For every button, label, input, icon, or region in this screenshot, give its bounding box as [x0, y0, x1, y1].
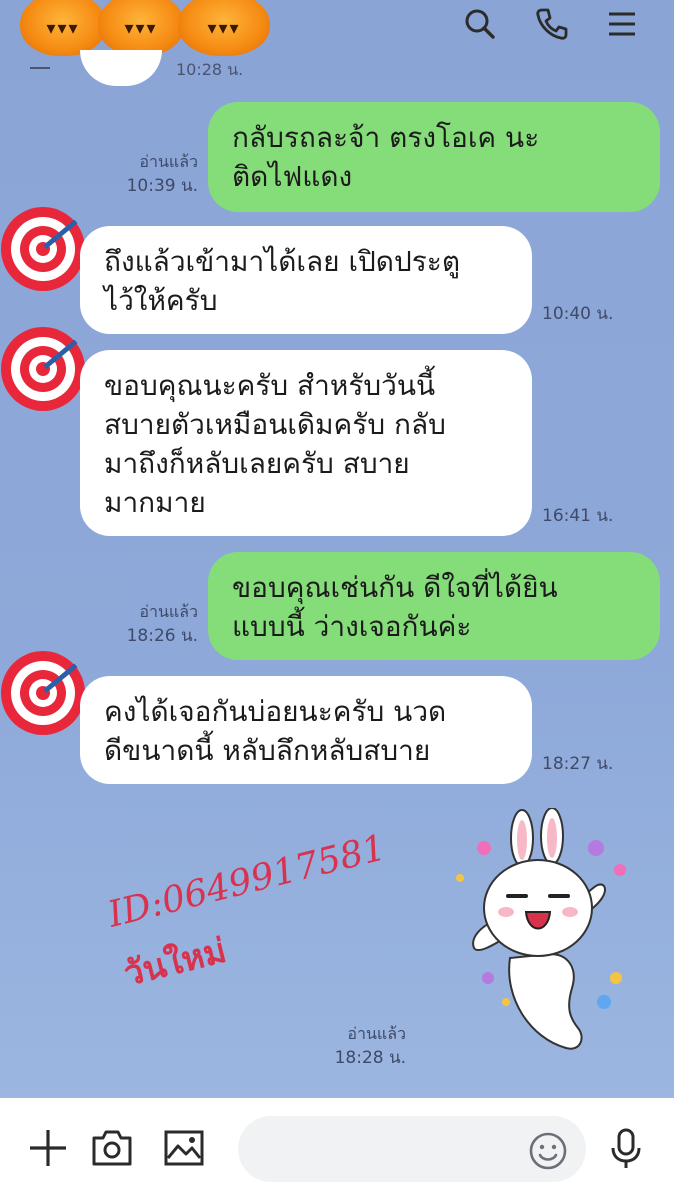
phone-icon[interactable] [534, 6, 570, 42]
message-text: ติดไฟแดง [232, 160, 353, 193]
message-meta: 16:41 น. [542, 504, 613, 528]
microphone-icon[interactable] [604, 1126, 648, 1170]
message-bubble-incoming[interactable]: คงได้เจอกันบ่อยนะครับ นวด ดีขนาดนี้ หลับ… [80, 676, 532, 784]
pumpkin-icon: ▾▾▾ [178, 0, 270, 56]
contact-avatar[interactable] [0, 206, 86, 292]
camera-icon[interactable] [90, 1126, 134, 1170]
message-text: มากมาย [104, 486, 206, 519]
message-bubble-incoming[interactable]: ถึงแล้วเข้ามาได้เลย เปิดประตู ไว้ให้ครับ [80, 226, 532, 334]
message-time: 10:39 น. [126, 176, 198, 196]
message-meta: 18:27 น. [542, 752, 613, 776]
read-receipt: อ่านแล้ว [139, 602, 198, 621]
message-text: ขอบคุณนะครับ สำหรับวันนี้ [104, 369, 436, 402]
bunny-sticker-icon[interactable] [440, 808, 640, 1058]
message-text: สบายตัวเหมือนเดิมครับ กลับ [104, 408, 446, 441]
read-receipt: อ่านแล้ว [139, 152, 198, 171]
message-time: 10:40 น. [542, 304, 614, 324]
image-icon[interactable] [162, 1126, 206, 1170]
pumpkin-icon: ▾▾▾ [20, 0, 106, 56]
message-text: ถึงแล้วเข้ามาได้เลย เปิดประตู [104, 245, 461, 278]
search-icon[interactable] [462, 6, 498, 42]
message-text: กลับรถละจ้า ตรงโอเค นะ [232, 121, 540, 154]
message-meta: อ่านแล้ว 18:26 น. [100, 600, 198, 648]
message-meta: อ่านแล้ว 10:39 น. [100, 150, 198, 198]
contact-avatar[interactable] [0, 326, 86, 412]
message-meta: 10:40 น. [542, 302, 613, 326]
message-text: คงได้เจอกันบ่อยนะครับ นวด [104, 695, 447, 728]
message-time: 16:41 น. [542, 506, 614, 526]
read-receipt: อ่านแล้ว [347, 1024, 406, 1043]
message-text: ขอบคุณเช่นกัน ดีใจที่ได้ยิน [232, 571, 558, 604]
message-bubble-incoming[interactable]: ขอบคุณนะครับ สำหรับวันนี้ สบายตัวเหมือนเ… [80, 350, 532, 536]
menu-icon[interactable] [604, 6, 640, 42]
message-text: ไว้ให้ครับ [104, 284, 218, 317]
message-time: 18:27 น. [542, 754, 614, 774]
partial-message-time: 10:28 น. [176, 60, 244, 79]
sticker-meta: อ่านแล้ว 18:28 น. [300, 1022, 406, 1070]
message-bubble-outgoing[interactable]: กลับรถละจ้า ตรงโอเค นะ ติดไฟแดง [208, 102, 660, 212]
contact-avatar[interactable] [0, 650, 86, 736]
message-time: 18:26 น. [126, 626, 198, 646]
message-text: ดีขนาดนี้ หลับลึกหลับสบาย [104, 734, 431, 767]
emoji-icon[interactable] [528, 1131, 568, 1171]
message-text: แบบนี้ ว่างเจอกันค่ะ [232, 610, 472, 643]
message-time: 18:28 น. [334, 1048, 406, 1068]
message-bubble-outgoing[interactable]: ขอบคุณเช่นกัน ดีใจที่ได้ยิน แบบนี้ ว่างเ… [208, 552, 660, 660]
plus-icon[interactable] [26, 1126, 70, 1170]
pumpkin-icon: ▾▾▾ [98, 0, 184, 56]
chat-header: ▾▾▾ ▾▾▾ ▾▾▾ [0, 0, 674, 56]
message-text: มาถึงก็หลับเลยครับ สบาย [104, 447, 410, 480]
partial-avatar [30, 67, 50, 69]
message-input-bar [0, 1098, 674, 1200]
